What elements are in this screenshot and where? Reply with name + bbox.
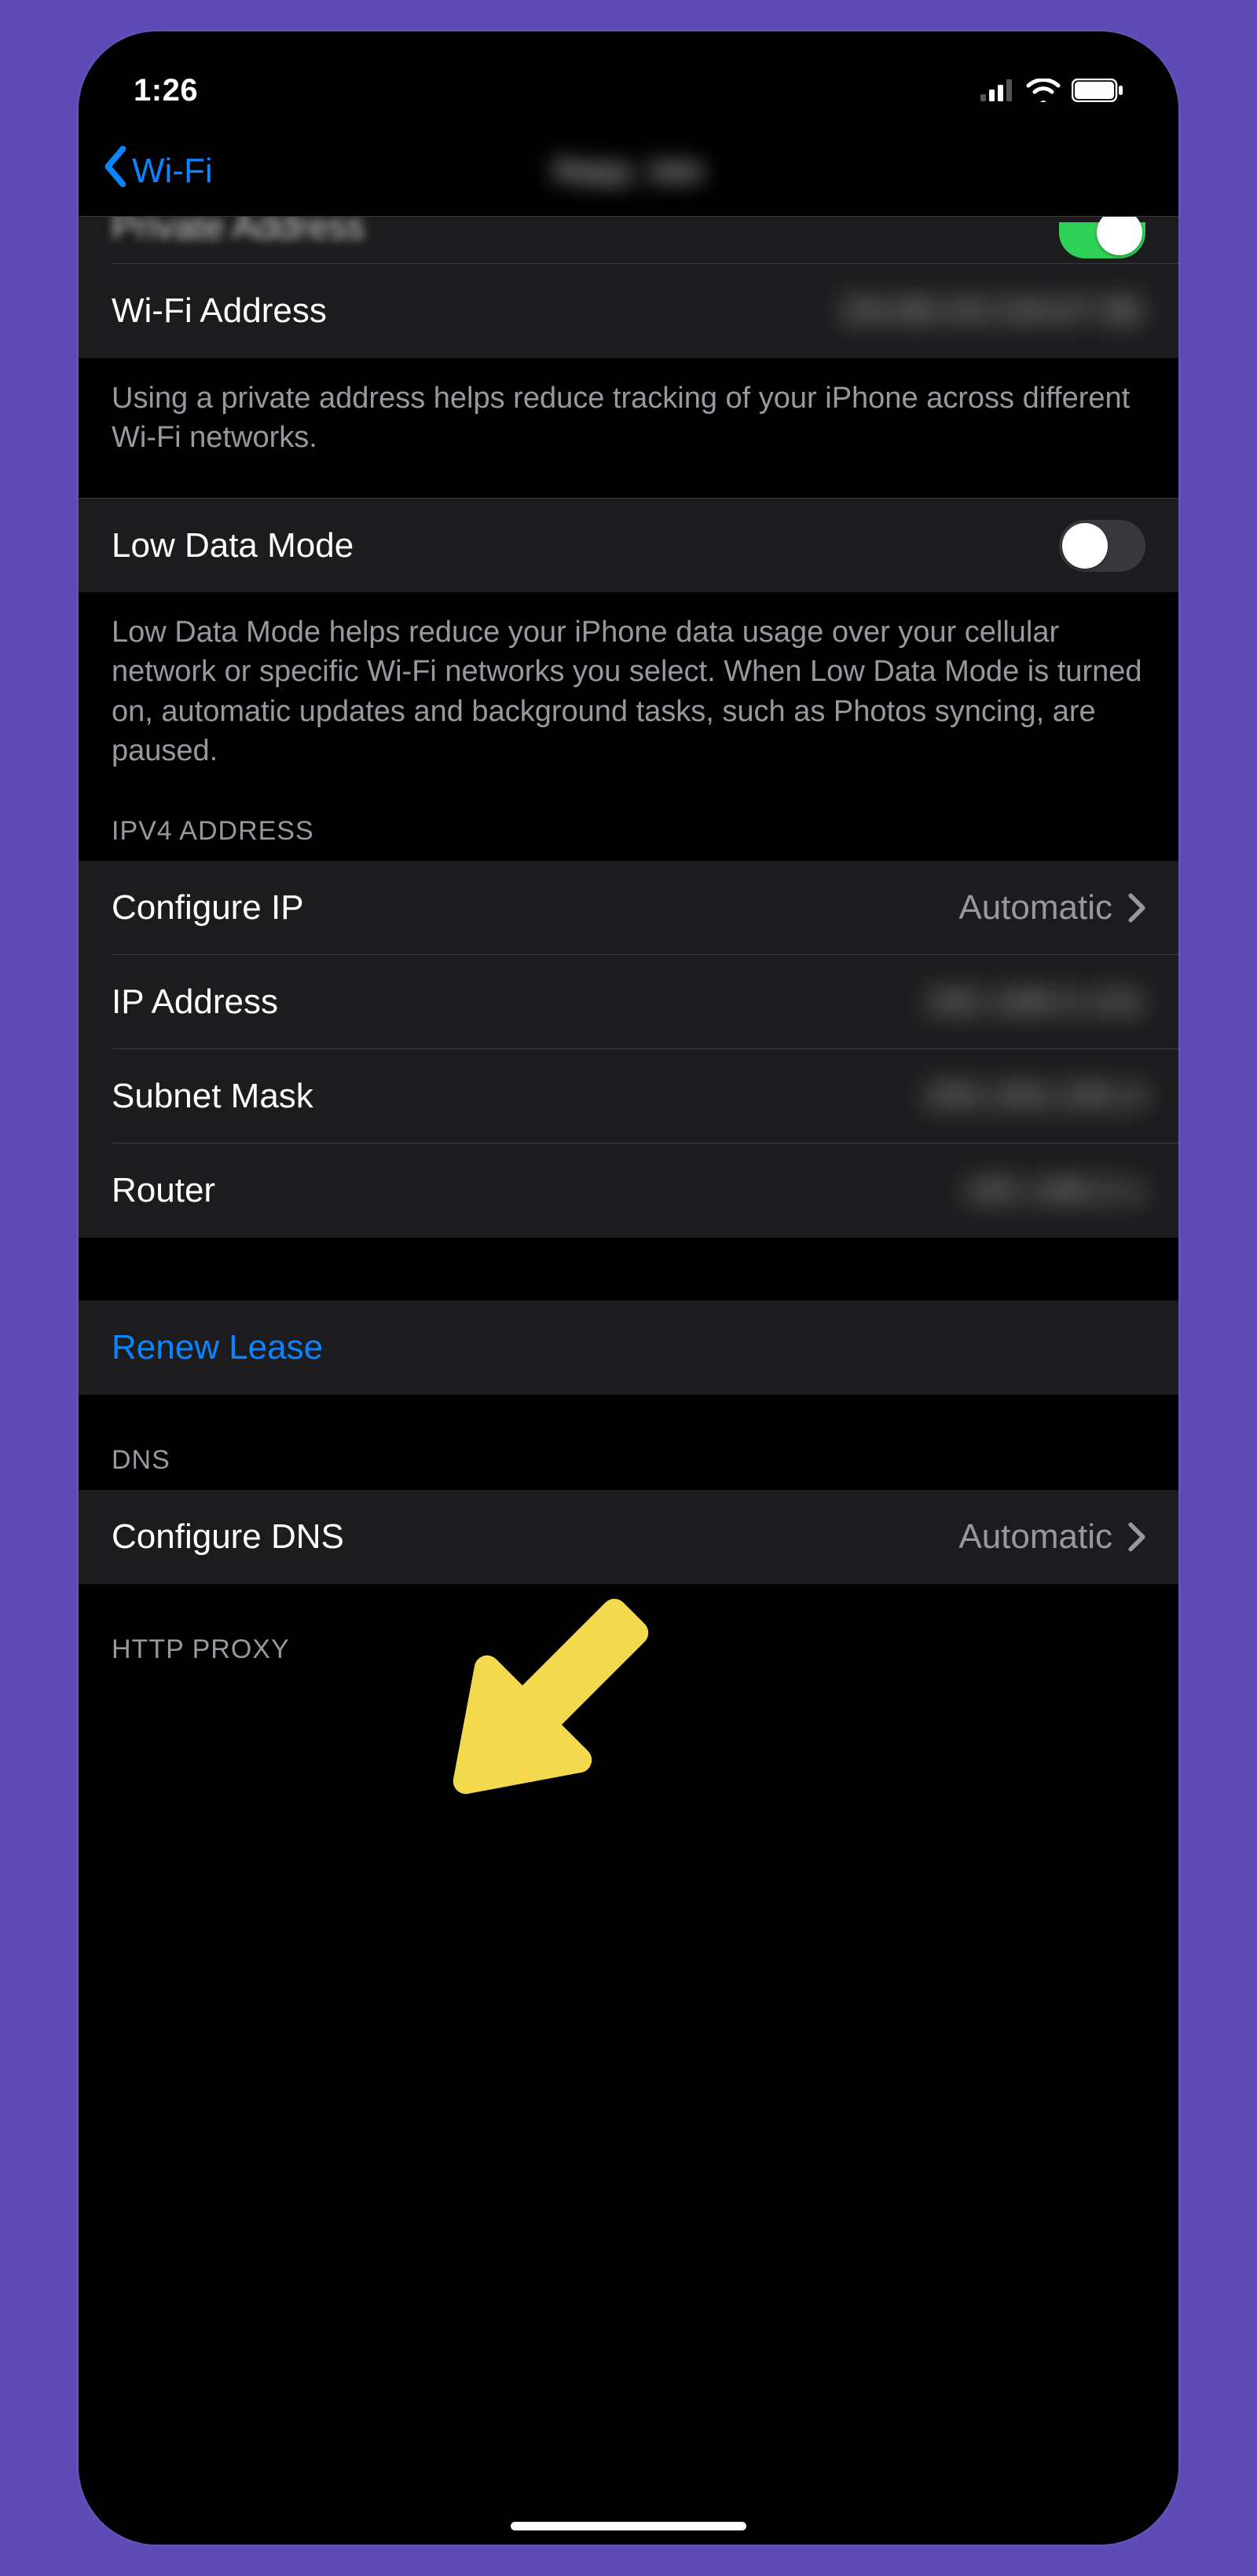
subnet-mask-value: 255.255.255.0 — [925, 1077, 1145, 1116]
wifi-icon — [1026, 79, 1061, 102]
configure-dns-label: Configure DNS — [112, 1517, 344, 1557]
ip-address-row: IP Address 192.168.0.101 — [79, 955, 1178, 1049]
private-address-row[interactable]: Private Address — [79, 217, 1178, 264]
router-value: 192.168.0.1 — [963, 1171, 1145, 1210]
ipv4-section-header: IPV4 ADDRESS — [79, 786, 1178, 861]
wifi-address-value: D6:88:AD:D8:87:8E — [842, 291, 1145, 331]
ip-address-label: IP Address — [112, 982, 278, 1022]
subnet-mask-row: Subnet Mask 255.255.255.0 — [79, 1049, 1178, 1143]
configure-dns-value: Automatic — [958, 1517, 1112, 1557]
chevron-left-icon — [102, 146, 127, 196]
configure-ip-value: Automatic — [958, 888, 1112, 928]
spacer — [79, 1238, 1178, 1301]
status-bar: 1:26 — [79, 31, 1178, 126]
low-data-mode-label: Low Data Mode — [112, 526, 354, 565]
http-proxy-section-header: HTTP PROXY — [79, 1584, 1178, 1696]
dns-section-header: DNS — [79, 1395, 1178, 1490]
subnet-mask-label: Subnet Mask — [112, 1077, 313, 1116]
home-indicator — [511, 2522, 746, 2530]
status-icons — [980, 79, 1123, 102]
low-data-mode-row[interactable]: Low Data Mode — [79, 498, 1178, 592]
renew-lease-label: Renew Lease — [112, 1328, 323, 1367]
nav-bar: Wi-Fi Napp_late — [79, 126, 1178, 216]
low-data-mode-footer: Low Data Mode helps reduce your iPhone d… — [79, 592, 1178, 786]
back-button[interactable]: Wi-Fi — [102, 146, 213, 196]
router-row: Router 192.168.0.1 — [79, 1143, 1178, 1238]
configure-ip-row[interactable]: Configure IP Automatic — [79, 861, 1178, 955]
configure-dns-row[interactable]: Configure DNS Automatic — [79, 1490, 1178, 1584]
chevron-right-icon — [1128, 893, 1145, 923]
status-time: 1:26 — [134, 73, 198, 108]
battery-icon — [1072, 79, 1123, 102]
nav-title-blurred: Napp_late — [553, 153, 703, 188]
chevron-right-icon — [1128, 1522, 1145, 1552]
back-label: Wi-Fi — [132, 152, 213, 191]
phone-frame: 1:26 — [79, 31, 1178, 2545]
settings-content[interactable]: Private Address Wi-Fi Address D6:88:AD:D… — [79, 216, 1178, 2545]
ip-address-value: 192.168.0.101 — [925, 982, 1145, 1022]
wifi-address-label: Wi-Fi Address — [112, 291, 327, 331]
private-address-label: Private Address — [112, 216, 365, 247]
cellular-icon — [980, 79, 1015, 101]
router-label: Router — [112, 1171, 215, 1210]
wifi-address-row: Wi-Fi Address D6:88:AD:D8:87:8E — [79, 264, 1178, 358]
low-data-mode-toggle[interactable] — [1059, 520, 1145, 572]
renew-lease-row[interactable]: Renew Lease — [79, 1301, 1178, 1395]
private-address-footer: Using a private address helps reduce tra… — [79, 358, 1178, 498]
configure-ip-label: Configure IP — [112, 888, 304, 928]
private-address-toggle[interactable] — [1059, 222, 1145, 258]
